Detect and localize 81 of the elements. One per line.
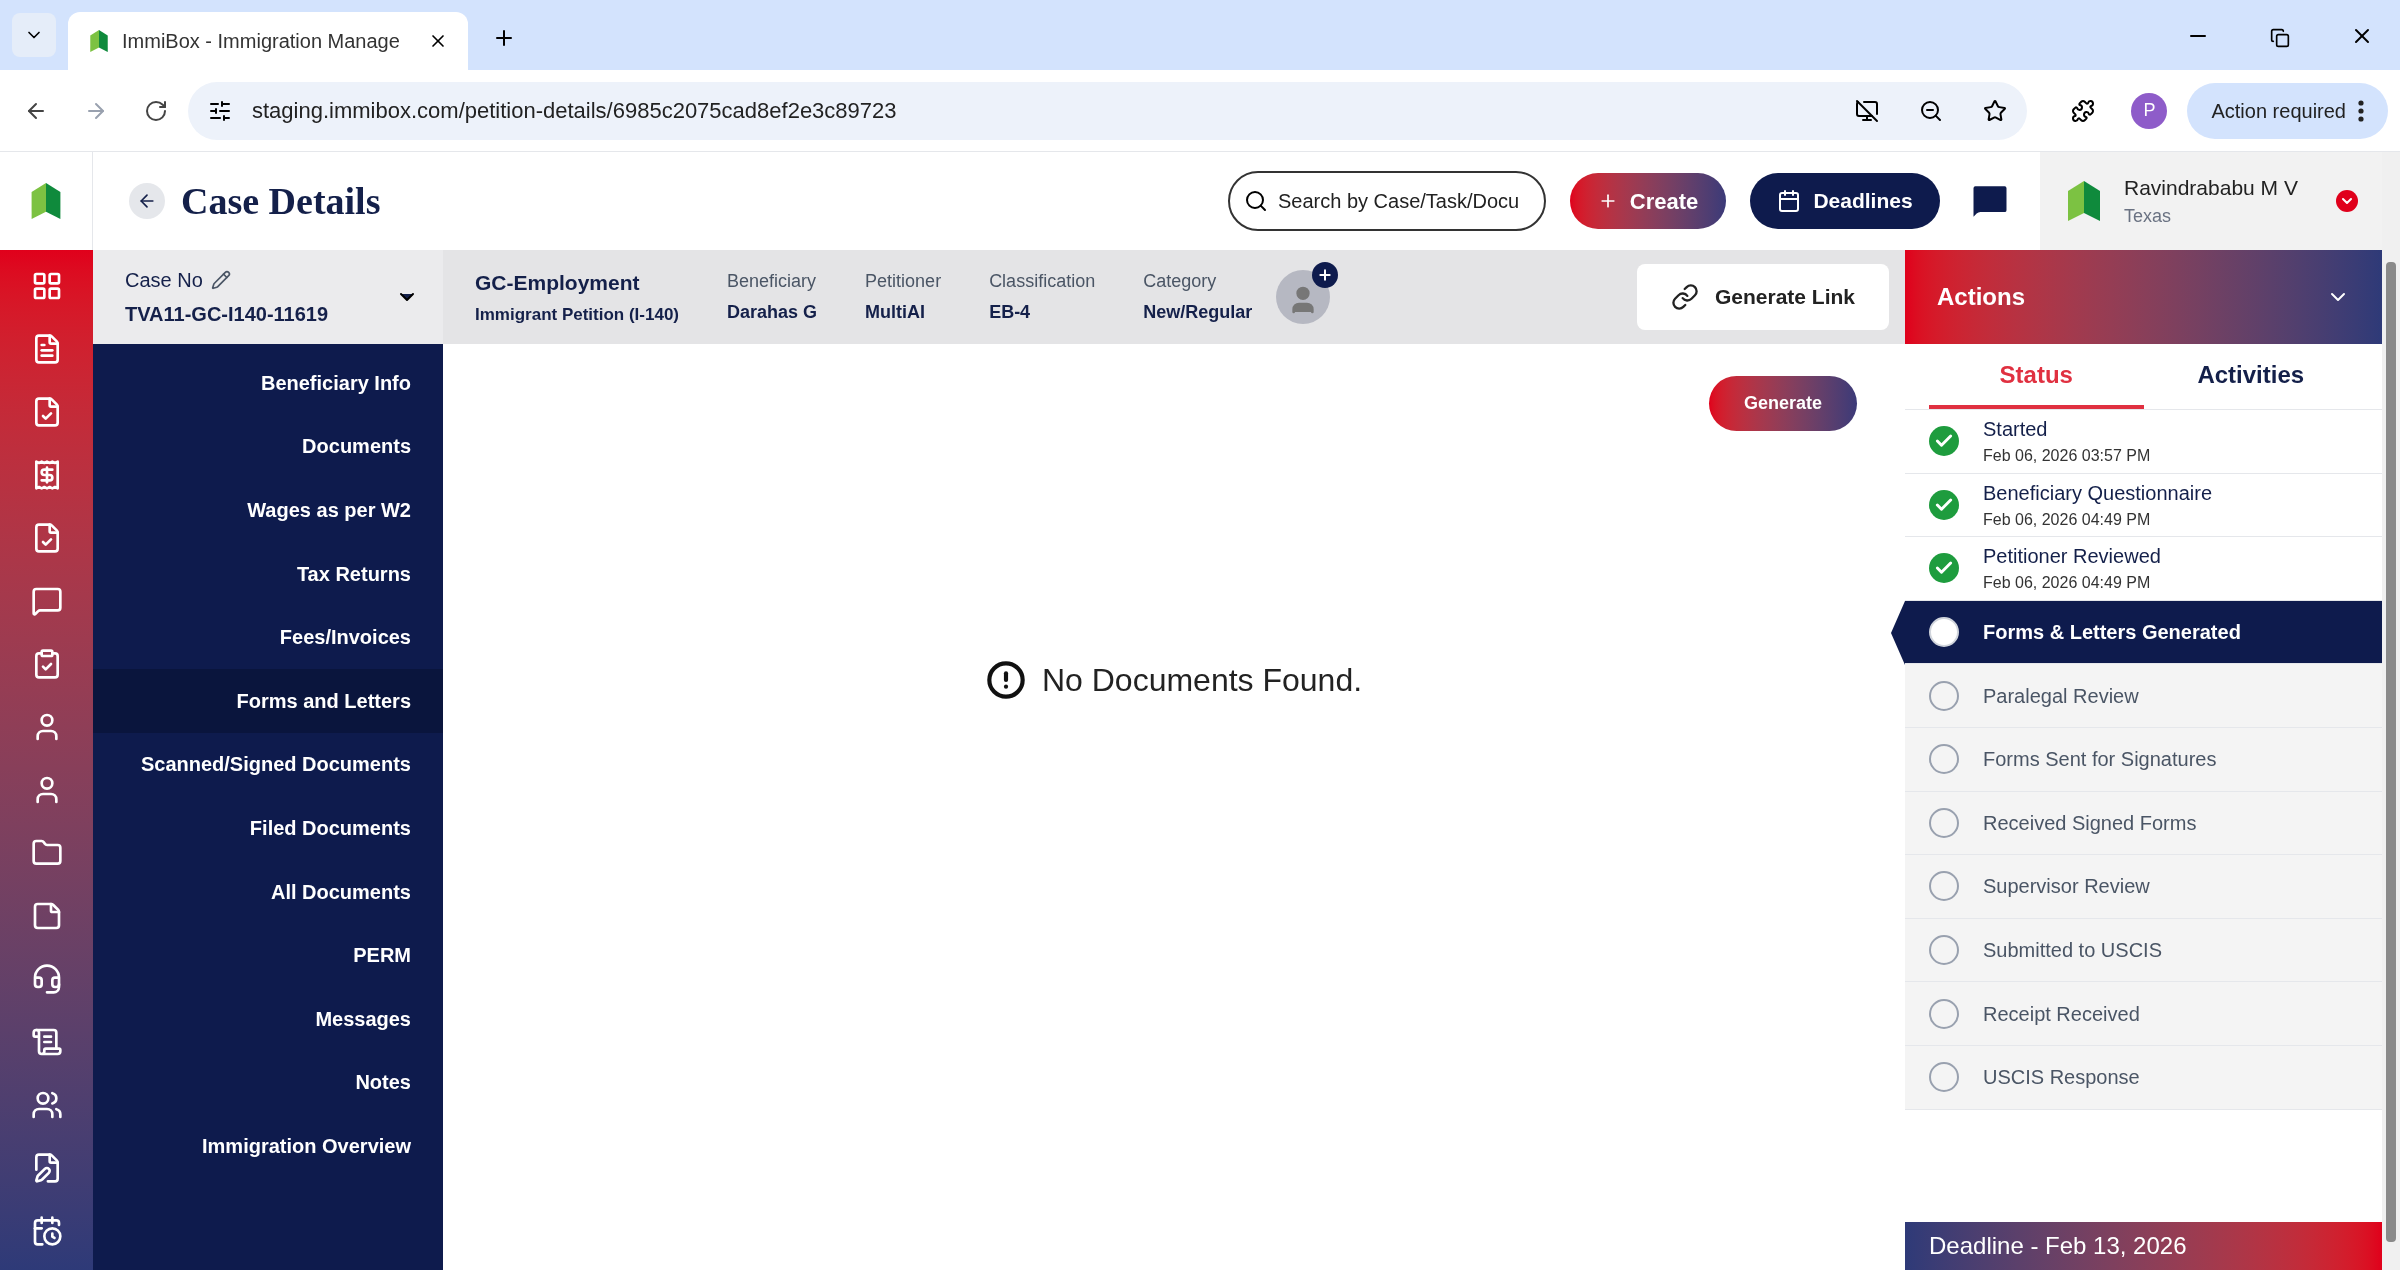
step-label: Forms Sent for Signatures xyxy=(1983,747,2217,773)
team-icon[interactable] xyxy=(30,1089,63,1121)
avatar-icon[interactable] xyxy=(1276,270,1331,324)
step-label: Receipt Received xyxy=(1983,1001,2140,1027)
scrollbar-thumb[interactable] xyxy=(2386,262,2396,1242)
empty-message: No Documents Found. xyxy=(1041,661,1363,700)
nav-item[interactable]: Forms and Letters xyxy=(93,668,443,733)
field-value: Darahas G xyxy=(727,301,818,324)
address-field[interactable]: staging.immibox.com/petition-details/6985c2075cad8ef2e3c89723 xyxy=(188,81,2028,140)
case-type: GC-Employment xyxy=(475,269,641,296)
nav-item[interactable]: All Documents xyxy=(93,859,443,924)
generate-button[interactable]: Generate xyxy=(1709,376,1857,431)
nav-item[interactable]: Notes xyxy=(93,1050,443,1115)
dropdown-icon[interactable] xyxy=(2336,190,2358,212)
step-date: Feb 06, 2026 03:57 PM xyxy=(1983,446,2151,467)
nav-item[interactable]: PERM xyxy=(93,923,443,987)
reload-icon[interactable] xyxy=(144,98,168,123)
star-icon[interactable] xyxy=(1983,98,2008,123)
link-icon xyxy=(1670,283,1699,311)
url-text: staging.immibox.com/petition-details/6985c2075cad8ef2e3c89723 xyxy=(252,97,898,125)
user-name: Ravindrababu M V xyxy=(2124,174,2299,201)
field-value: MultiAI xyxy=(865,301,927,324)
create-button[interactable]: Create xyxy=(1570,173,1726,229)
nav-item[interactable]: Filed Documents xyxy=(93,796,443,860)
nav-item[interactable]: Documents xyxy=(93,414,443,479)
scroll-icon[interactable] xyxy=(30,1026,63,1058)
field-value: New/Regular xyxy=(1143,301,1253,324)
step-label: Supervisor Review xyxy=(1983,874,2150,900)
nav-item[interactable]: Scanned/Signed Documents xyxy=(93,732,443,797)
monitor-off-icon[interactable] xyxy=(1855,98,1880,123)
deadline-text: Deadline - Feb 13, 2026 xyxy=(1929,1231,2187,1261)
user-location: Texas xyxy=(2124,205,2173,229)
edit-icon[interactable] xyxy=(210,270,231,290)
nav-item[interactable]: Wages as per W2 xyxy=(93,478,443,542)
extensions-icon[interactable] xyxy=(2071,98,2096,123)
nav-item[interactable]: Beneficiary Info xyxy=(93,351,443,415)
nav-item[interactable]: Messages xyxy=(93,986,443,1051)
page-title: Case Details xyxy=(181,178,381,224)
calendar-icon xyxy=(1777,189,1802,213)
zoom-icon[interactable] xyxy=(1919,98,1944,123)
site-settings-icon[interactable] xyxy=(208,98,232,123)
profile-avatar[interactable]: P xyxy=(2131,92,2168,129)
search-icon xyxy=(1244,189,1268,213)
petition-type: Immigrant Petition (I-140) xyxy=(475,304,680,326)
step-label: USCIS Response xyxy=(1983,1065,2140,1091)
case-no-label: Case No xyxy=(125,268,203,293)
chat-icon[interactable] xyxy=(30,585,63,617)
add-icon[interactable] xyxy=(1312,262,1339,288)
action-required-button[interactable]: Action required xyxy=(2187,82,2388,139)
logo-icon xyxy=(88,29,110,53)
user-panel[interactable]: Ravindrababu M V Texas xyxy=(2040,152,2382,250)
step-label: Paralegal Review xyxy=(1983,683,2139,709)
nav-item[interactable]: Fees/Invoices xyxy=(93,605,443,669)
field-label: Classification xyxy=(989,270,1096,293)
nav-item[interactable]: Immigration Overview xyxy=(93,1114,443,1178)
field-value: EB-4 xyxy=(989,301,1032,324)
generate-link-button[interactable]: Generate Link xyxy=(1637,264,1889,330)
step-label: Received Signed Forms xyxy=(1983,810,2197,836)
nav-item[interactable]: Tax Returns xyxy=(93,541,443,606)
search-field[interactable]: Search by Case/Task/Docu xyxy=(1228,171,1546,231)
step-label: Petitioner Reviewed xyxy=(1983,544,2161,570)
field-label: Petitioner xyxy=(865,270,942,293)
step-label: Forms & Letters Generated xyxy=(1983,620,2241,646)
actions-header[interactable]: Actions xyxy=(1905,250,2382,344)
more-icon xyxy=(2358,99,2364,122)
step-label: Beneficiary Questionnaire xyxy=(1983,480,2212,506)
field-label: Category xyxy=(1143,270,1218,293)
alert-icon xyxy=(985,660,1026,700)
step-date: Feb 06, 2026 04:49 PM xyxy=(1983,573,2152,594)
case-number: TVA11-GC-I140-11619 xyxy=(125,302,330,327)
step-date: Feb 06, 2026 04:49 PM xyxy=(1983,509,2152,530)
restore-icon[interactable] xyxy=(2270,28,2290,48)
back-button[interactable] xyxy=(129,183,165,219)
field-label: Beneficiary xyxy=(727,270,818,293)
tab-title: ImmiBox - Immigration Manage xyxy=(122,29,401,54)
step-label: Submitted to USCIS xyxy=(1983,938,2162,964)
browser-tab[interactable]: ImmiBox - Immigration Manage xyxy=(68,12,468,70)
actions-title: Actions xyxy=(1937,282,2026,312)
panel-tab[interactable]: Activities xyxy=(2143,344,2358,409)
deadlines-button[interactable]: Deadlines xyxy=(1750,173,1940,229)
step-label: Started xyxy=(1983,417,2049,443)
